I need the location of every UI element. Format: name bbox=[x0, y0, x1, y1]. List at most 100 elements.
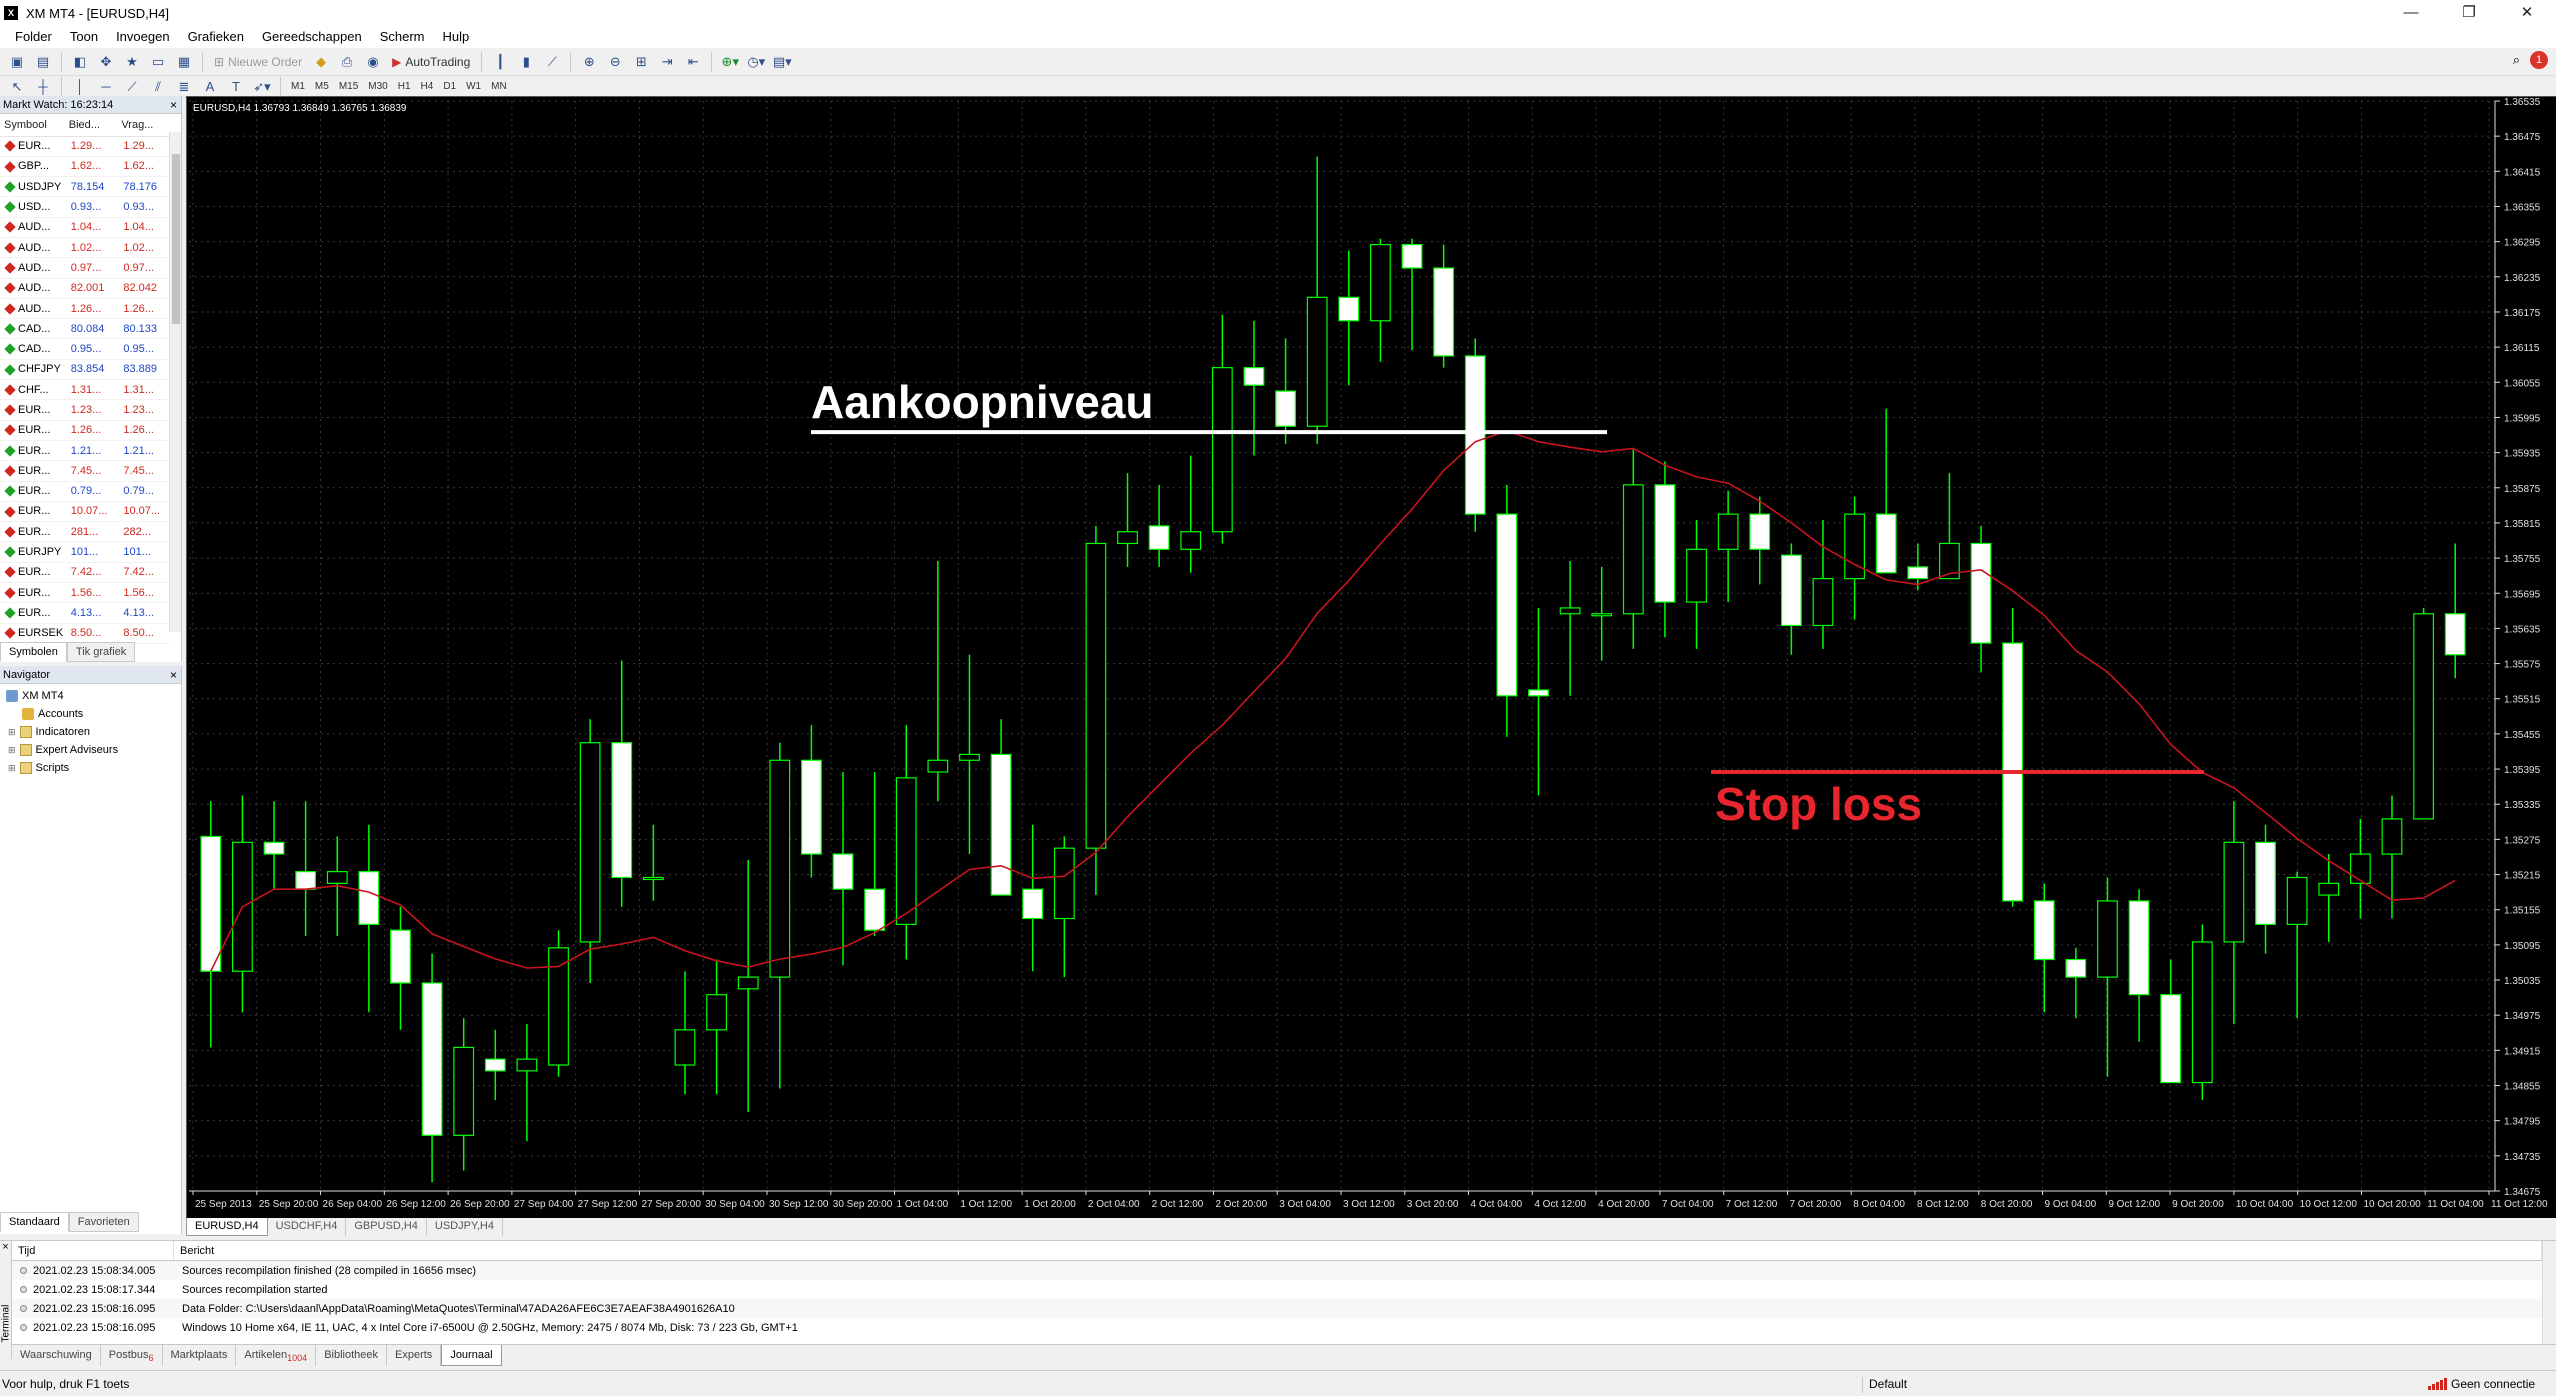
autoscroll-icon[interactable]: ⇥ bbox=[656, 51, 678, 73]
nav-indicators[interactable]: ⊞ Indicatoren bbox=[8, 726, 90, 738]
log-row[interactable]: 2021.02.23 15:08:34.005 Sources recompil… bbox=[12, 1261, 2542, 1280]
vertical-line-icon[interactable]: │ bbox=[69, 76, 91, 98]
chart-window[interactable]: 1.36535 1.36475 1.36415 1.36355 1.36295 1.362… bbox=[186, 96, 2556, 1219]
market-watch-row[interactable]: AUD... 1.02... 1.02... bbox=[0, 237, 170, 259]
notification-badge[interactable]: 1 bbox=[2530, 51, 2548, 69]
expand-icon[interactable]: ⊞ bbox=[8, 727, 16, 738]
chart-tab-usdchf[interactable]: USDCHF,H4 bbox=[268, 1218, 347, 1236]
trendline-icon[interactable]: ⟋ bbox=[121, 76, 143, 98]
tab-standaard[interactable]: Standaard bbox=[0, 1212, 69, 1232]
column-message[interactable]: Bericht bbox=[174, 1241, 2542, 1260]
crosshair-icon[interactable]: ┼ bbox=[32, 76, 54, 98]
tab-experts[interactable]: Experts bbox=[387, 1345, 442, 1366]
market-watch-close-button[interactable]: × bbox=[170, 96, 177, 114]
signals-icon[interactable]: ◉ bbox=[362, 51, 384, 73]
menu-folder[interactable]: Folder bbox=[6, 26, 61, 48]
market-watch-scrollbar[interactable] bbox=[169, 132, 181, 632]
menu-toon[interactable]: Toon bbox=[61, 26, 107, 48]
restore-button[interactable]: ❐ bbox=[2440, 0, 2498, 26]
chart-shift-icon[interactable]: ⇤ bbox=[682, 51, 704, 73]
timeframe-m1[interactable]: M1 bbox=[286, 78, 310, 96]
terminal-scrollbar[interactable] bbox=[2542, 1241, 2556, 1359]
tester-icon[interactable]: ▦ bbox=[173, 51, 195, 73]
zoom-in-icon[interactable]: ⊕ bbox=[578, 51, 600, 73]
market-watch-row[interactable]: CHF... 1.31... 1.31... bbox=[0, 379, 170, 401]
column-bid[interactable]: Bied... bbox=[64, 114, 118, 137]
market-watch-row[interactable]: EUR... 1.26... 1.26... bbox=[0, 420, 170, 441]
timeframe-d1[interactable]: D1 bbox=[438, 78, 461, 96]
new-chart-icon[interactable]: ▣ bbox=[6, 51, 28, 73]
market-watch-row[interactable]: EURJPY 101... 101... bbox=[0, 541, 170, 563]
menu-hulp[interactable]: Hulp bbox=[433, 26, 478, 48]
chart-tab-eurusd[interactable]: EURUSD,H4 bbox=[186, 1218, 268, 1236]
menu-scherm[interactable]: Scherm bbox=[371, 26, 434, 48]
nav-accounts[interactable]: Accounts bbox=[22, 708, 83, 720]
menu-grafieken[interactable]: Grafieken bbox=[179, 26, 253, 48]
tab-artikelen[interactable]: Artikelen1004 bbox=[236, 1345, 317, 1366]
status-profile[interactable]: Default bbox=[1862, 1377, 1907, 1393]
timeframe-w1[interactable]: W1 bbox=[461, 78, 486, 96]
text-icon[interactable]: A bbox=[199, 76, 221, 98]
channel-icon[interactable]: ⫽ bbox=[147, 76, 169, 98]
new-order-button[interactable]: ⊞ Nieuwe Order bbox=[208, 51, 308, 73]
timeframe-h4[interactable]: H4 bbox=[416, 78, 439, 96]
tab-favorieten[interactable]: Favorieten bbox=[68, 1212, 139, 1232]
profiles-icon[interactable]: ▤ bbox=[32, 51, 54, 73]
label-icon[interactable]: T bbox=[225, 76, 247, 98]
nav-expert-advisors[interactable]: ⊞ Expert Adviseurs bbox=[8, 744, 118, 756]
scrollbar-thumb[interactable] bbox=[172, 154, 180, 324]
timeframe-m15[interactable]: M15 bbox=[334, 78, 363, 96]
market-watch-icon[interactable]: ◧ bbox=[69, 51, 91, 73]
nav-scripts[interactable]: ⊞ Scripts bbox=[8, 762, 69, 774]
column-ask[interactable]: Vrag... bbox=[117, 114, 170, 137]
market-watch-row[interactable]: CHFJPY 83.854 83.889 bbox=[0, 359, 170, 381]
candlestick-icon[interactable]: ▮ bbox=[515, 51, 537, 73]
log-row[interactable]: 2021.02.23 15:08:16.095 Windows 10 Home … bbox=[12, 1318, 2542, 1337]
timeframe-mn[interactable]: MN bbox=[486, 78, 512, 96]
tab-marktplaats[interactable]: Marktplaats bbox=[163, 1345, 237, 1366]
timeframe-h1[interactable]: H1 bbox=[393, 78, 416, 96]
market-watch-row[interactable]: EUR... 0.79... 0.79... bbox=[0, 481, 170, 502]
autotrading-button[interactable]: ▶ AutoTrading bbox=[386, 51, 476, 73]
timeframe-m5[interactable]: M5 bbox=[310, 78, 334, 96]
market-watch-row[interactable]: EUR... 281... 282... bbox=[0, 521, 170, 543]
market-watch-row[interactable]: EUR... 4.13... 4.13... bbox=[0, 602, 170, 624]
tile-windows-icon[interactable]: ⊞ bbox=[630, 51, 652, 73]
market-watch-row[interactable]: AUD... 0.97... 0.97... bbox=[0, 257, 170, 279]
arrows-icon[interactable]: ➶▾ bbox=[251, 76, 273, 98]
chart-tab-gbpusd[interactable]: GBPUSD,H4 bbox=[346, 1218, 427, 1236]
metaeditor-icon[interactable]: ◆ bbox=[310, 51, 332, 73]
horizontal-line-icon[interactable]: ─ bbox=[95, 76, 117, 98]
data-window-icon[interactable]: ✥ bbox=[95, 51, 117, 73]
market-watch-row[interactable]: EUR... 7.42... 7.42... bbox=[0, 562, 170, 584]
bar-chart-icon[interactable]: ┃ bbox=[489, 51, 511, 73]
indicators-icon[interactable]: ⊕▾ bbox=[719, 51, 741, 73]
market-watch-row[interactable]: AUD... 1.04... 1.04... bbox=[0, 217, 170, 238]
market-watch-row[interactable]: CAD... 80.084 80.133 bbox=[0, 318, 170, 340]
navigator-icon[interactable]: ★ bbox=[121, 51, 143, 73]
tab-journaal[interactable]: Journaal bbox=[441, 1345, 502, 1366]
tab-bibliotheek[interactable]: Bibliotheek bbox=[316, 1345, 388, 1366]
market-watch-row[interactable]: CAD... 0.95... 0.95... bbox=[0, 338, 170, 360]
tab-tik-grafiek[interactable]: Tik grafiek bbox=[66, 642, 136, 662]
market-watch-row[interactable]: EUR... 1.29... 1.29... bbox=[0, 136, 170, 157]
market-watch-row[interactable]: EUR... 1.21... 1.21... bbox=[0, 440, 170, 462]
log-row[interactable]: 2021.02.23 15:08:16.095 Data Folder: C:\… bbox=[12, 1299, 2542, 1318]
market-watch-row[interactable]: EURSEK 8.50... 8.50... bbox=[0, 623, 170, 644]
column-symbol[interactable]: Symbool bbox=[0, 114, 65, 137]
minimize-button[interactable]: — bbox=[2382, 0, 2440, 26]
zoom-out-icon[interactable]: ⊖ bbox=[604, 51, 626, 73]
candlestick-chart[interactable]: 1.36535 1.36475 1.36415 1.36355 1.36295 1.362… bbox=[187, 97, 2556, 1219]
navigator-close-button[interactable]: × bbox=[170, 666, 177, 684]
line-chart-icon[interactable]: ⟋ bbox=[541, 51, 563, 73]
connection-status[interactable]: Geen connectie bbox=[2428, 1377, 2535, 1391]
expand-icon[interactable]: ⊞ bbox=[8, 763, 16, 774]
market-watch-row[interactable]: EUR... 10.07... 10.07... bbox=[0, 501, 170, 523]
periods-icon[interactable]: ◷▾ bbox=[745, 51, 767, 73]
market-watch-row[interactable]: USD... 0.93... 0.93... bbox=[0, 196, 170, 218]
print-icon[interactable]: ⎙ bbox=[336, 51, 358, 73]
market-watch-row[interactable]: EUR... 1.56... 1.56... bbox=[0, 582, 170, 604]
search-icon[interactable]: ⌕ bbox=[2513, 52, 2520, 68]
log-row[interactable]: 2021.02.23 15:08:17.344 Sources recompil… bbox=[12, 1280, 2542, 1299]
timeframe-m30[interactable]: M30 bbox=[363, 78, 392, 96]
